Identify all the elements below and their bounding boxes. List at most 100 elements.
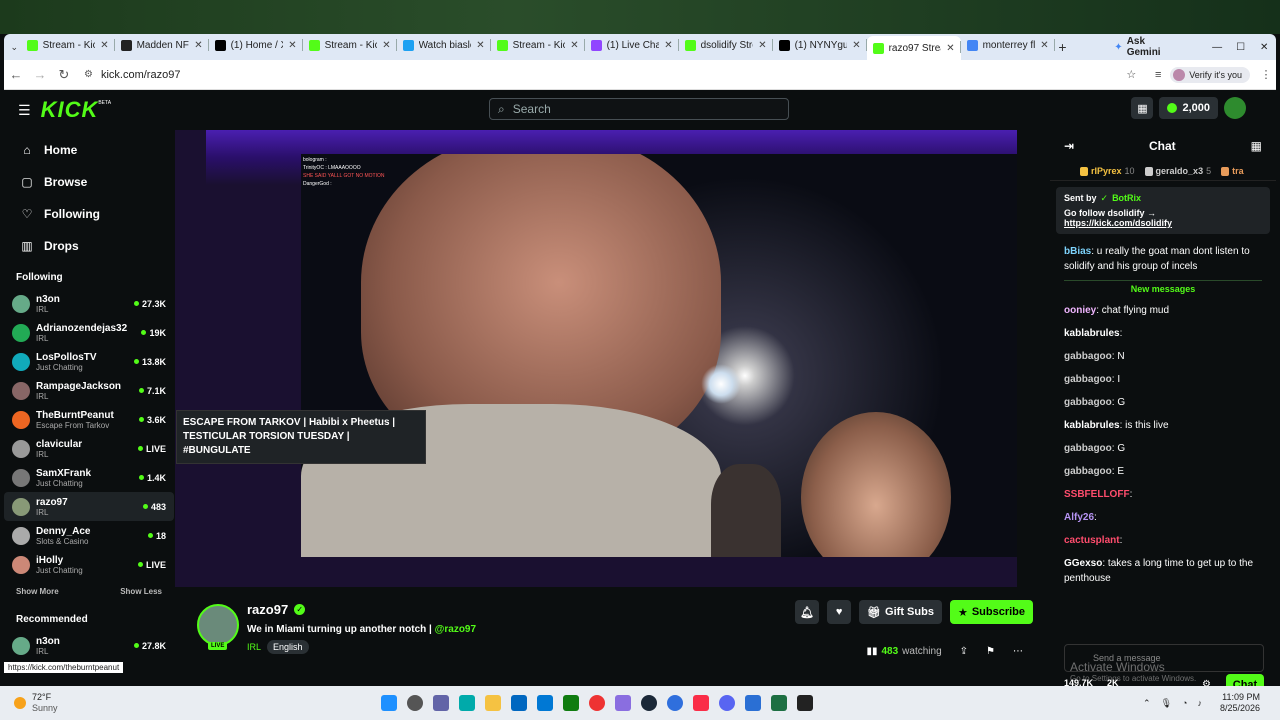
leaderboard-entry[interactable]: geraldo_x3 5 [1144, 166, 1211, 176]
tab-close-icon[interactable]: ✕ [382, 40, 390, 51]
nav-item-browse[interactable]: ▢ Browse [4, 166, 174, 198]
outlook-icon[interactable] [536, 695, 553, 711]
kick-logo[interactable]: KICK [41, 97, 99, 123]
tab-close-icon[interactable]: ✕ [758, 40, 766, 51]
volume-icon[interactable]: ♪ [1197, 698, 1202, 708]
chat-username[interactable]: gabbagoo [1064, 397, 1112, 408]
chat-username[interactable]: ooniey [1064, 305, 1096, 316]
sidebar-channel[interactable]: Denny_Ace Slots & Casino 18 [4, 521, 174, 550]
show-more-button[interactable]: Show More [16, 587, 59, 596]
show-less-button[interactable]: Show Less [120, 587, 162, 596]
nav-item-home[interactable]: ⌂ Home [4, 134, 174, 166]
stream-title-link[interactable]: @razo97 [435, 624, 476, 635]
search-input[interactable]: ⌕ Search [489, 98, 789, 120]
site-info-icon[interactable]: ⚙ [84, 69, 93, 80]
maximize-button[interactable]: ☐ [1229, 42, 1253, 53]
tab-close-icon[interactable]: ✕ [570, 40, 578, 51]
wifi-icon[interactable]: ◔ [1182, 698, 1187, 708]
chat-username[interactable]: SSBFELLOFF [1064, 489, 1130, 500]
menu-icon[interactable]: ⋮ [1256, 68, 1276, 81]
collapse-chat-icon[interactable]: ⇥ [1064, 139, 1074, 153]
edge-icon[interactable] [458, 695, 475, 711]
browser-tab[interactable]: Watch biasless ✕ [397, 34, 491, 56]
gemini-button[interactable]: ✦ Ask Gemini [1114, 36, 1167, 58]
notification-button[interactable]: 🔔︎ [795, 600, 820, 624]
nav-item-drops[interactable]: ▥ Drops [4, 230, 174, 262]
browser-tab[interactable]: Stream - Kick ✕ [491, 34, 585, 56]
tab-search-icon[interactable]: ⌄ [8, 42, 21, 53]
vpn-icon[interactable] [666, 695, 683, 711]
bookmark-star-icon[interactable]: ☆ [1116, 68, 1146, 81]
browser-tab[interactable]: Madden NFL ✕ [115, 34, 209, 56]
streamer-avatar[interactable] [197, 604, 239, 646]
sidebar-channel[interactable]: LosPollosTV Just Chatting 13.8K [4, 347, 174, 376]
reload-icon[interactable]: ↻ [52, 67, 76, 83]
excel-icon[interactable] [770, 695, 787, 711]
category-link[interactable]: IRL [247, 640, 261, 654]
browser-tab[interactable]: razo97 Stream ✕ [866, 36, 961, 60]
gift-subs-button[interactable]: 🎁︎ Gift Subs [859, 600, 942, 624]
discord-icon[interactable] [718, 695, 735, 711]
nav-item-following[interactable]: ♡ Following [4, 198, 174, 230]
forward-icon[interactable]: → [28, 67, 52, 82]
xbox-icon[interactable] [562, 695, 579, 711]
tab-close-icon[interactable]: ✕ [476, 40, 484, 51]
chrome-icon[interactable] [588, 695, 605, 711]
chat-username[interactable]: bBias [1064, 246, 1091, 257]
mic-icon[interactable]: 🎙︎ [1161, 698, 1172, 709]
media-icon[interactable]: ≡ [1146, 69, 1170, 81]
start-icon[interactable] [380, 695, 397, 711]
tab-close-icon[interactable]: ✕ [852, 40, 860, 51]
sidebar-channel[interactable]: Adrianozendejas32 IRL 19K [4, 318, 174, 347]
browser-tab[interactable]: Stream - Kick ✕ [303, 34, 397, 56]
browser-tab[interactable]: (1) Home / X ✕ [209, 34, 303, 56]
more-icon[interactable]: ⋯ [1013, 646, 1023, 657]
steam-icon[interactable] [640, 695, 657, 711]
chat-send-button[interactable]: Chat [1226, 674, 1264, 686]
tab-close-icon[interactable]: ✕ [946, 43, 954, 54]
sidebar-channel[interactable]: RampageJackson IRL 7.1K [4, 376, 174, 405]
sidebar-channel[interactable]: iHolly Just Chatting LIVE [4, 550, 174, 579]
follow-button[interactable]: ♥ [827, 600, 852, 624]
tab-close-icon[interactable]: ✕ [288, 40, 296, 51]
streamer-name[interactable]: razo97 [247, 602, 288, 617]
browser-tab[interactable]: dsolidify Stream ✕ [679, 34, 773, 56]
leaderboard-entry[interactable]: tra [1221, 166, 1247, 176]
subscribe-button[interactable]: ★ Subscribe [949, 600, 1033, 624]
sidebar-channel[interactable]: TheBurntPeanut Escape From Tarkov 3.6K [4, 405, 174, 434]
search-icon[interactable] [406, 695, 423, 711]
chat-username[interactable]: kablabrules [1064, 328, 1120, 339]
chat-username[interactable]: gabbagoo [1064, 351, 1112, 362]
store-icon[interactable] [510, 695, 527, 711]
sidebar-channel[interactable]: clavicular IRL LIVE [4, 434, 174, 463]
video-player[interactable]: bologram : TrinityOC : LMAAAOOOO SHE SAID… [175, 130, 1017, 587]
user-avatar[interactable] [1224, 97, 1246, 119]
minimize-button[interactable]: — [1205, 42, 1229, 53]
sidebar-channel[interactable]: razo97 IRL 483 [4, 492, 174, 521]
clock[interactable]: 11:09 PM 8/25/2026 [1220, 692, 1260, 714]
leaderboard-entry[interactable]: rIPyrex 10 [1080, 166, 1135, 176]
sidebar-channel[interactable]: n3on IRL 27.3K [4, 289, 174, 318]
close-window-button[interactable]: ✕ [1252, 42, 1276, 53]
chat-username[interactable]: gabbagoo [1064, 466, 1112, 477]
tab-close-icon[interactable]: ✕ [1040, 40, 1048, 51]
copilot-icon[interactable] [614, 695, 631, 711]
browser-tab[interactable]: (1) NYNYguy ✕ [773, 34, 867, 56]
chat-username[interactable]: cactusplant [1064, 535, 1120, 546]
weather-widget[interactable]: 72°F Sunny [32, 692, 58, 714]
tray-chevron-icon[interactable]: ⌃ [1143, 698, 1151, 709]
sidebar-channel[interactable]: SamXFrank Just Chatting 1.4K [4, 463, 174, 492]
language-tag[interactable]: English [267, 640, 309, 654]
browser-tab[interactable]: monterrey fl ✕ [961, 34, 1055, 56]
tab-close-icon[interactable]: ✕ [100, 40, 108, 51]
teams-icon[interactable] [432, 695, 449, 711]
music-icon[interactable] [692, 695, 709, 711]
terminal-icon[interactable] [796, 695, 813, 711]
sidebar-channel[interactable]: n3on IRL 27.8K [4, 631, 174, 660]
report-icon[interactable]: ⚑ [986, 646, 995, 657]
coins-button[interactable]: 2,000 [1159, 97, 1218, 119]
browser-tab[interactable]: (1) Live Chat ✕ [585, 34, 679, 56]
profile-chip[interactable]: Verify it's you [1170, 66, 1250, 83]
chat-username[interactable]: Alfy26 [1064, 512, 1094, 523]
chat-username[interactable]: GGexso [1064, 558, 1102, 569]
